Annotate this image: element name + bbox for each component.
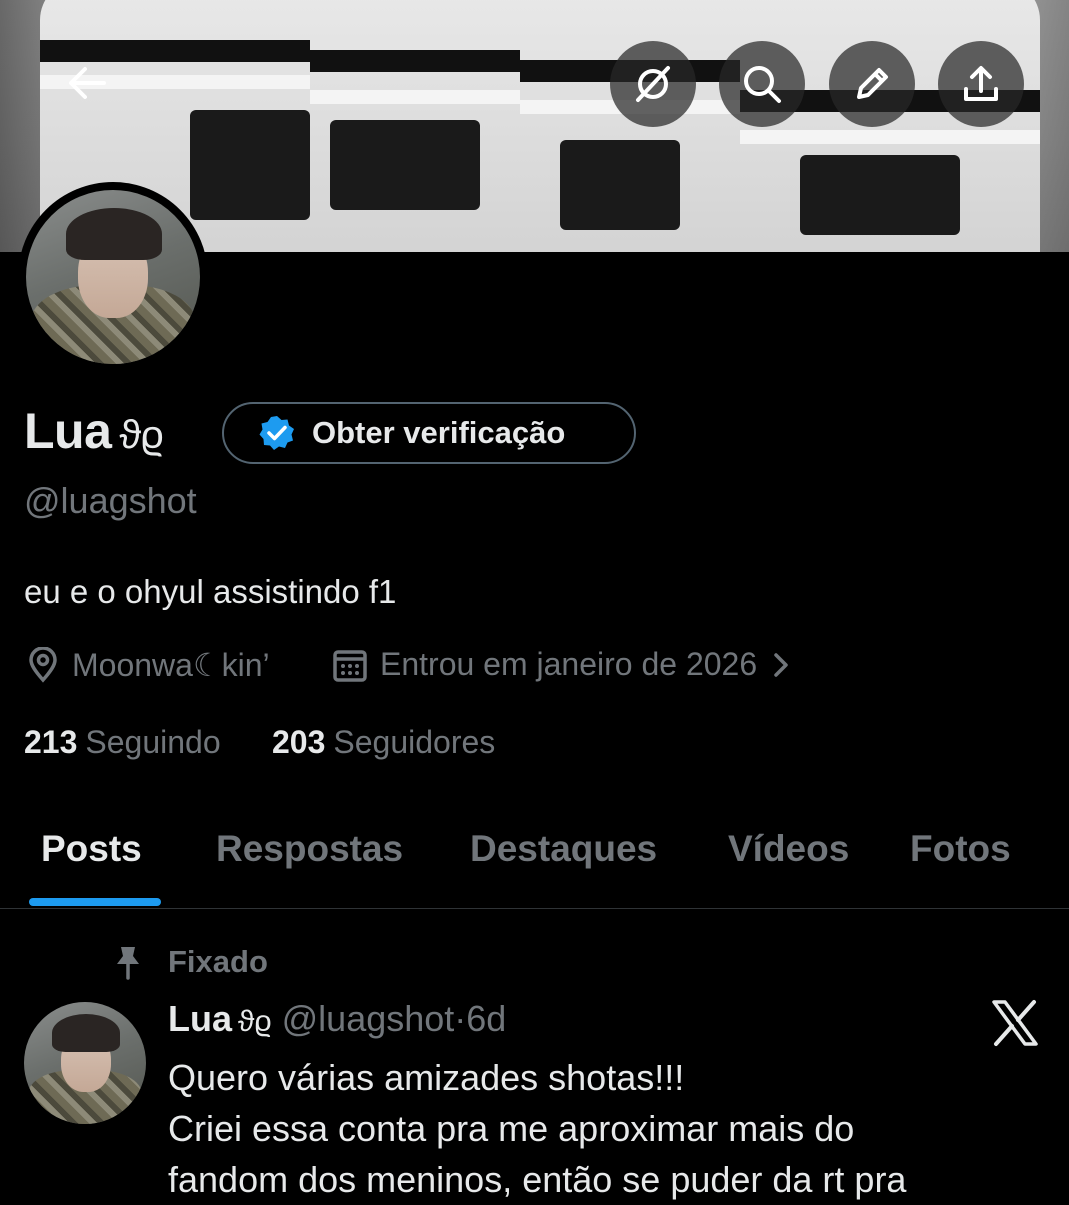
post-body[interactable]: Quero várias amizades shotas!!! Criei es… xyxy=(168,1052,1048,1205)
grok-button[interactable] xyxy=(610,41,696,127)
location-text: Moonwa☾kin’ xyxy=(72,647,270,683)
post-author-avatar[interactable] xyxy=(24,1002,146,1124)
followers-link[interactable]: 203 Seguidores xyxy=(272,724,495,761)
pinned-label: Fixado xyxy=(112,944,268,980)
profile-avatar[interactable] xyxy=(18,182,208,372)
following-label: Seguindo xyxy=(85,724,221,760)
active-tab-indicator xyxy=(29,898,161,906)
arrow-left-icon xyxy=(69,67,106,99)
search-icon xyxy=(744,66,781,103)
profile-bio: eu e o ohyul assistindo f1 xyxy=(24,573,397,610)
post-timestamp[interactable]: 6d xyxy=(466,998,506,1039)
share-icon xyxy=(964,66,998,101)
tab-posts[interactable]: Posts xyxy=(41,828,142,870)
profile-handle: @luagshot xyxy=(24,480,197,521)
edit-button[interactable] xyxy=(829,41,915,127)
get-verified-button[interactable]: Obter verificação xyxy=(222,402,636,464)
profile-joined-date[interactable]: Entrou em janeiro de 2026 xyxy=(332,646,805,683)
tab-replies[interactable]: Respostas xyxy=(216,828,403,870)
verified-badge-icon xyxy=(259,416,294,450)
post-author-glyph: ϑϱ xyxy=(238,1005,272,1038)
post-header: Lua ϑϱ @luagshot·6d xyxy=(168,998,506,1040)
edit-icon xyxy=(857,68,888,99)
profile-location: Moonwa☾kin’ xyxy=(26,646,270,684)
pinned-text: Fixado xyxy=(168,944,268,979)
post-author-handle[interactable]: @luagshot xyxy=(282,998,455,1039)
following-link[interactable]: 213 Seguindo xyxy=(24,724,221,761)
profile-name: Lua ϑϱ xyxy=(24,403,164,459)
post-author-name[interactable]: Lua xyxy=(168,998,232,1039)
followers-label: Seguidores xyxy=(333,724,496,760)
share-button[interactable] xyxy=(938,41,1024,127)
x-logo-icon xyxy=(992,1000,1038,1046)
location-pin-icon xyxy=(29,647,57,683)
joined-text: Entrou em janeiro de 2026 xyxy=(380,646,758,682)
tab-videos[interactable]: Vídeos xyxy=(728,828,849,870)
post-line: Criei essa conta pra me aproximar mais d… xyxy=(168,1108,855,1149)
tab-highlights[interactable]: Destaques xyxy=(470,828,657,870)
profile-tabs: Posts Respostas Destaques Vídeos Fotos xyxy=(0,800,1069,909)
tab-photos[interactable]: Fotos xyxy=(910,828,1011,870)
post-separator: · xyxy=(454,998,467,1039)
followers-count: 203 xyxy=(272,724,326,760)
get-verified-label: Obter verificação xyxy=(312,415,566,450)
following-count: 213 xyxy=(24,724,78,760)
back-button[interactable] xyxy=(52,48,122,118)
post-line: fandom dos meninos, então se puder da rt… xyxy=(168,1159,907,1200)
search-button[interactable] xyxy=(719,41,805,127)
post-line: Quero várias amizades shotas!!! xyxy=(168,1057,685,1098)
grok-icon xyxy=(636,66,670,102)
calendar-icon xyxy=(333,649,367,682)
chevron-right-icon xyxy=(774,652,788,677)
pin-icon xyxy=(117,947,139,980)
